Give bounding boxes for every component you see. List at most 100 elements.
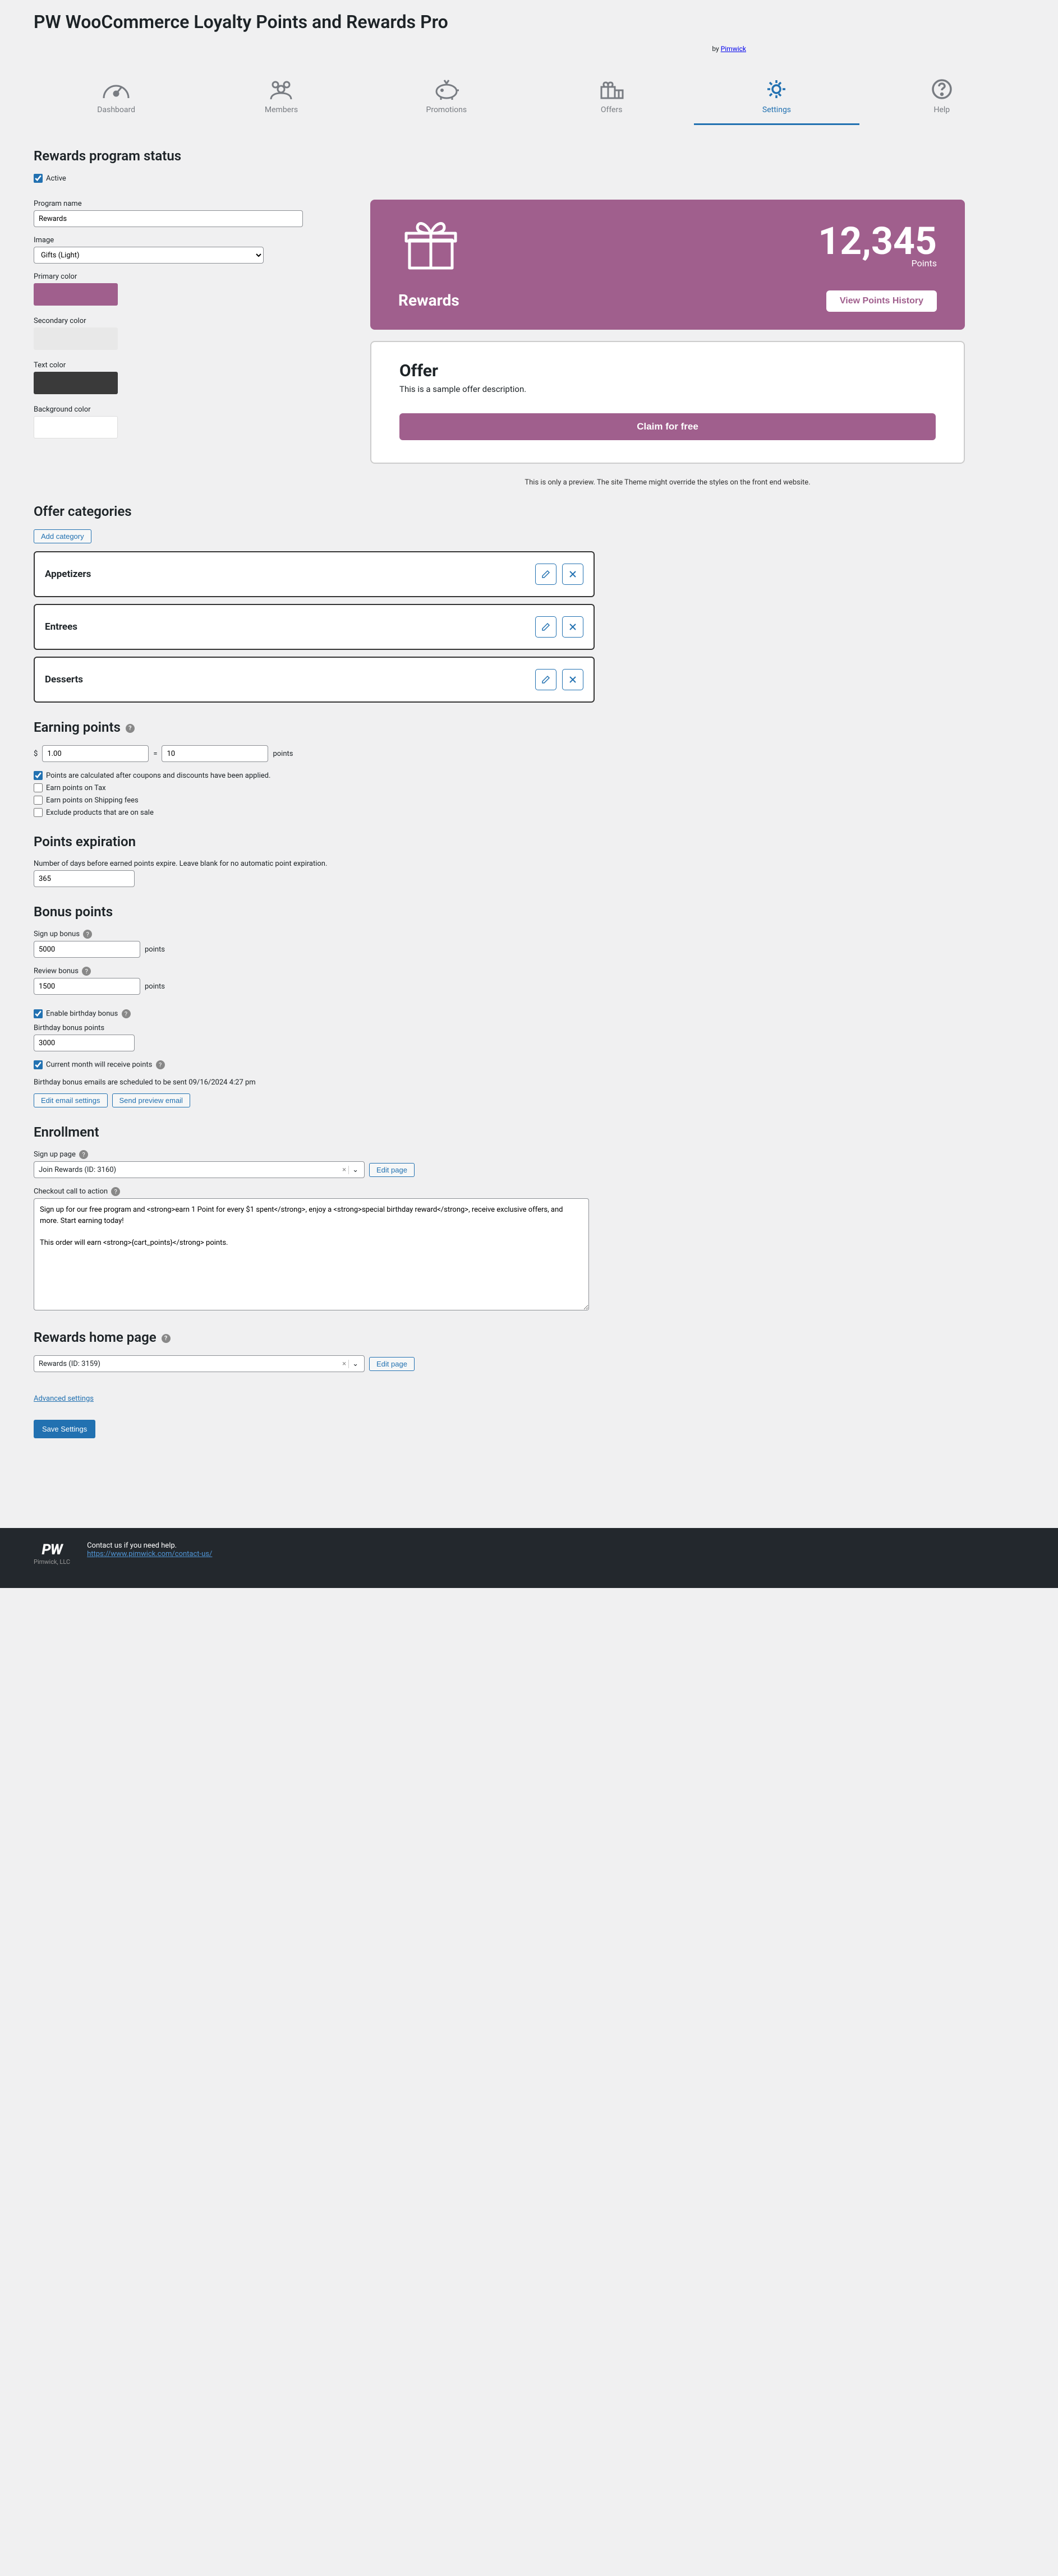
earning-amount-input[interactable] [42,745,149,762]
preview-points-card: 12,345 Points Rewards View Points Histor… [370,200,965,330]
category-item[interactable]: Appetizers [34,551,595,597]
send-preview-email-button[interactable]: Send preview email [112,1093,190,1107]
footer: PW Pimwick, LLC Contact us if you need h… [0,1528,1058,1588]
edit-email-button[interactable]: Edit email settings [34,1093,108,1107]
footer-contact-link[interactable]: https://www.pimwick.com/contact-us/ [87,1550,212,1558]
tab-members[interactable]: Members [199,70,364,125]
info-icon[interactable]: ? [126,724,135,733]
tab-promotions[interactable]: Promotions [364,70,529,125]
close-icon [569,623,577,631]
edit-category-button[interactable] [535,616,556,638]
expiration-desc: Number of days before earned points expi… [34,860,1024,868]
edit-icon [541,622,550,631]
info-icon[interactable]: ? [82,967,91,976]
edit-signup-page-button[interactable]: Edit page [369,1163,415,1177]
preview-offer-card: Offer This is a sample offer description… [370,341,965,464]
edit-category-button[interactable] [535,564,556,585]
edit-icon [541,570,550,579]
category-name: Entrees [45,621,77,633]
preview-offer-title: Offer [399,361,936,381]
checkout-cta-textarea[interactable]: Sign up for our free program and <strong… [34,1198,589,1310]
birthday-schedule-text: Birthday bonus emails are scheduled to b… [34,1078,1024,1087]
piggy-bank-icon [430,76,463,102]
preview-points-value: 12,345 [398,222,937,260]
secondary-color-swatch[interactable] [34,327,118,350]
chevron-down-icon[interactable]: ⌄ [348,1166,362,1174]
preview-offer-desc: This is a sample offer description. [399,384,936,394]
background-color-swatch[interactable] [34,416,118,438]
home-page-select[interactable]: Rewards (ID: 3159) ×⌄ [34,1355,365,1372]
active-checkbox[interactable] [34,174,43,183]
add-category-button[interactable]: Add category [34,529,91,543]
footer-logo: PW Pimwick, LLC [34,1541,70,1566]
advanced-settings-link[interactable]: Advanced settings [34,1395,94,1403]
home-heading: Rewards home page ? [34,1329,1024,1345]
tax-checkbox[interactable] [34,783,43,792]
delete-category-button[interactable] [562,616,583,638]
help-icon [925,76,959,102]
points-suffix: points [273,750,293,758]
gear-icon [760,76,793,102]
claim-button[interactable]: Claim for free [399,413,936,440]
gauge-icon [99,76,133,102]
close-icon [569,676,577,684]
expiration-input[interactable] [34,870,135,887]
earning-points-input[interactable] [162,745,268,762]
info-icon[interactable]: ? [83,930,92,939]
tab-dashboard[interactable]: Dashboard [34,70,199,125]
bonus-heading: Bonus points [34,904,1024,920]
info-icon[interactable]: ? [111,1187,120,1196]
primary-color-label: Primary color [34,273,314,281]
image-select[interactable]: Gifts (Light) [34,247,264,264]
footer-contact-text: Contact us if you need help. [87,1541,212,1550]
view-history-button[interactable]: View Points History [826,290,937,312]
edit-home-page-button[interactable]: Edit page [369,1357,415,1371]
birthday-bonus-checkbox[interactable] [34,1009,43,1018]
program-name-input[interactable] [34,210,303,227]
clear-icon[interactable]: × [340,1360,348,1368]
pimwick-link[interactable]: Pimwick [721,45,746,53]
gifts-icon [595,76,628,102]
info-icon[interactable]: ? [162,1334,171,1343]
earning-heading: Earning points ? [34,719,1024,735]
close-icon [569,570,577,578]
current-month-checkbox[interactable] [34,1060,43,1069]
birthday-points-input[interactable] [34,1035,135,1051]
tab-settings[interactable]: Settings [694,70,859,125]
expiration-heading: Points expiration [34,834,1024,850]
tab-offers[interactable]: Offers [529,70,694,125]
chevron-down-icon[interactable]: ⌄ [348,1360,362,1368]
edit-category-button[interactable] [535,669,556,690]
clear-icon[interactable]: × [340,1166,348,1174]
save-settings-button[interactable]: Save Settings [34,1420,95,1438]
delete-category-button[interactable] [562,669,583,690]
signup-page-select[interactable]: Join Rewards (ID: 3160) ×⌄ [34,1161,365,1178]
tab-help[interactable]: Help [859,70,1024,125]
equals-sign: = [153,750,157,758]
currency-symbol: $ [34,750,38,758]
program-name-label: Program name [34,200,314,208]
category-name: Desserts [45,674,83,685]
text-color-label: Text color [34,361,314,370]
category-item[interactable]: Desserts [34,657,595,703]
signup-bonus-input[interactable] [34,941,140,958]
secondary-color-label: Secondary color [34,317,314,325]
shipping-checkbox[interactable] [34,796,43,805]
category-name: Appetizers [45,569,91,580]
after-coupons-checkbox[interactable] [34,771,43,780]
review-bonus-input[interactable] [34,978,140,995]
byline: by Pimwick [34,45,746,53]
info-icon[interactable]: ? [79,1150,88,1159]
category-item[interactable]: Entrees [34,604,595,650]
text-color-swatch[interactable] [34,372,118,394]
delete-category-button[interactable] [562,564,583,585]
primary-color-swatch[interactable] [34,283,118,306]
image-label: Image [34,236,314,244]
exclude-sale-checkbox[interactable] [34,808,43,817]
info-icon[interactable]: ? [156,1060,165,1069]
preview-note: This is only a preview. The site Theme m… [370,478,965,487]
info-icon[interactable]: ? [122,1009,131,1018]
members-icon [264,76,298,102]
page-title: PW WooCommerce Loyalty Points and Reward… [34,11,448,33]
gift-icon [398,216,460,273]
